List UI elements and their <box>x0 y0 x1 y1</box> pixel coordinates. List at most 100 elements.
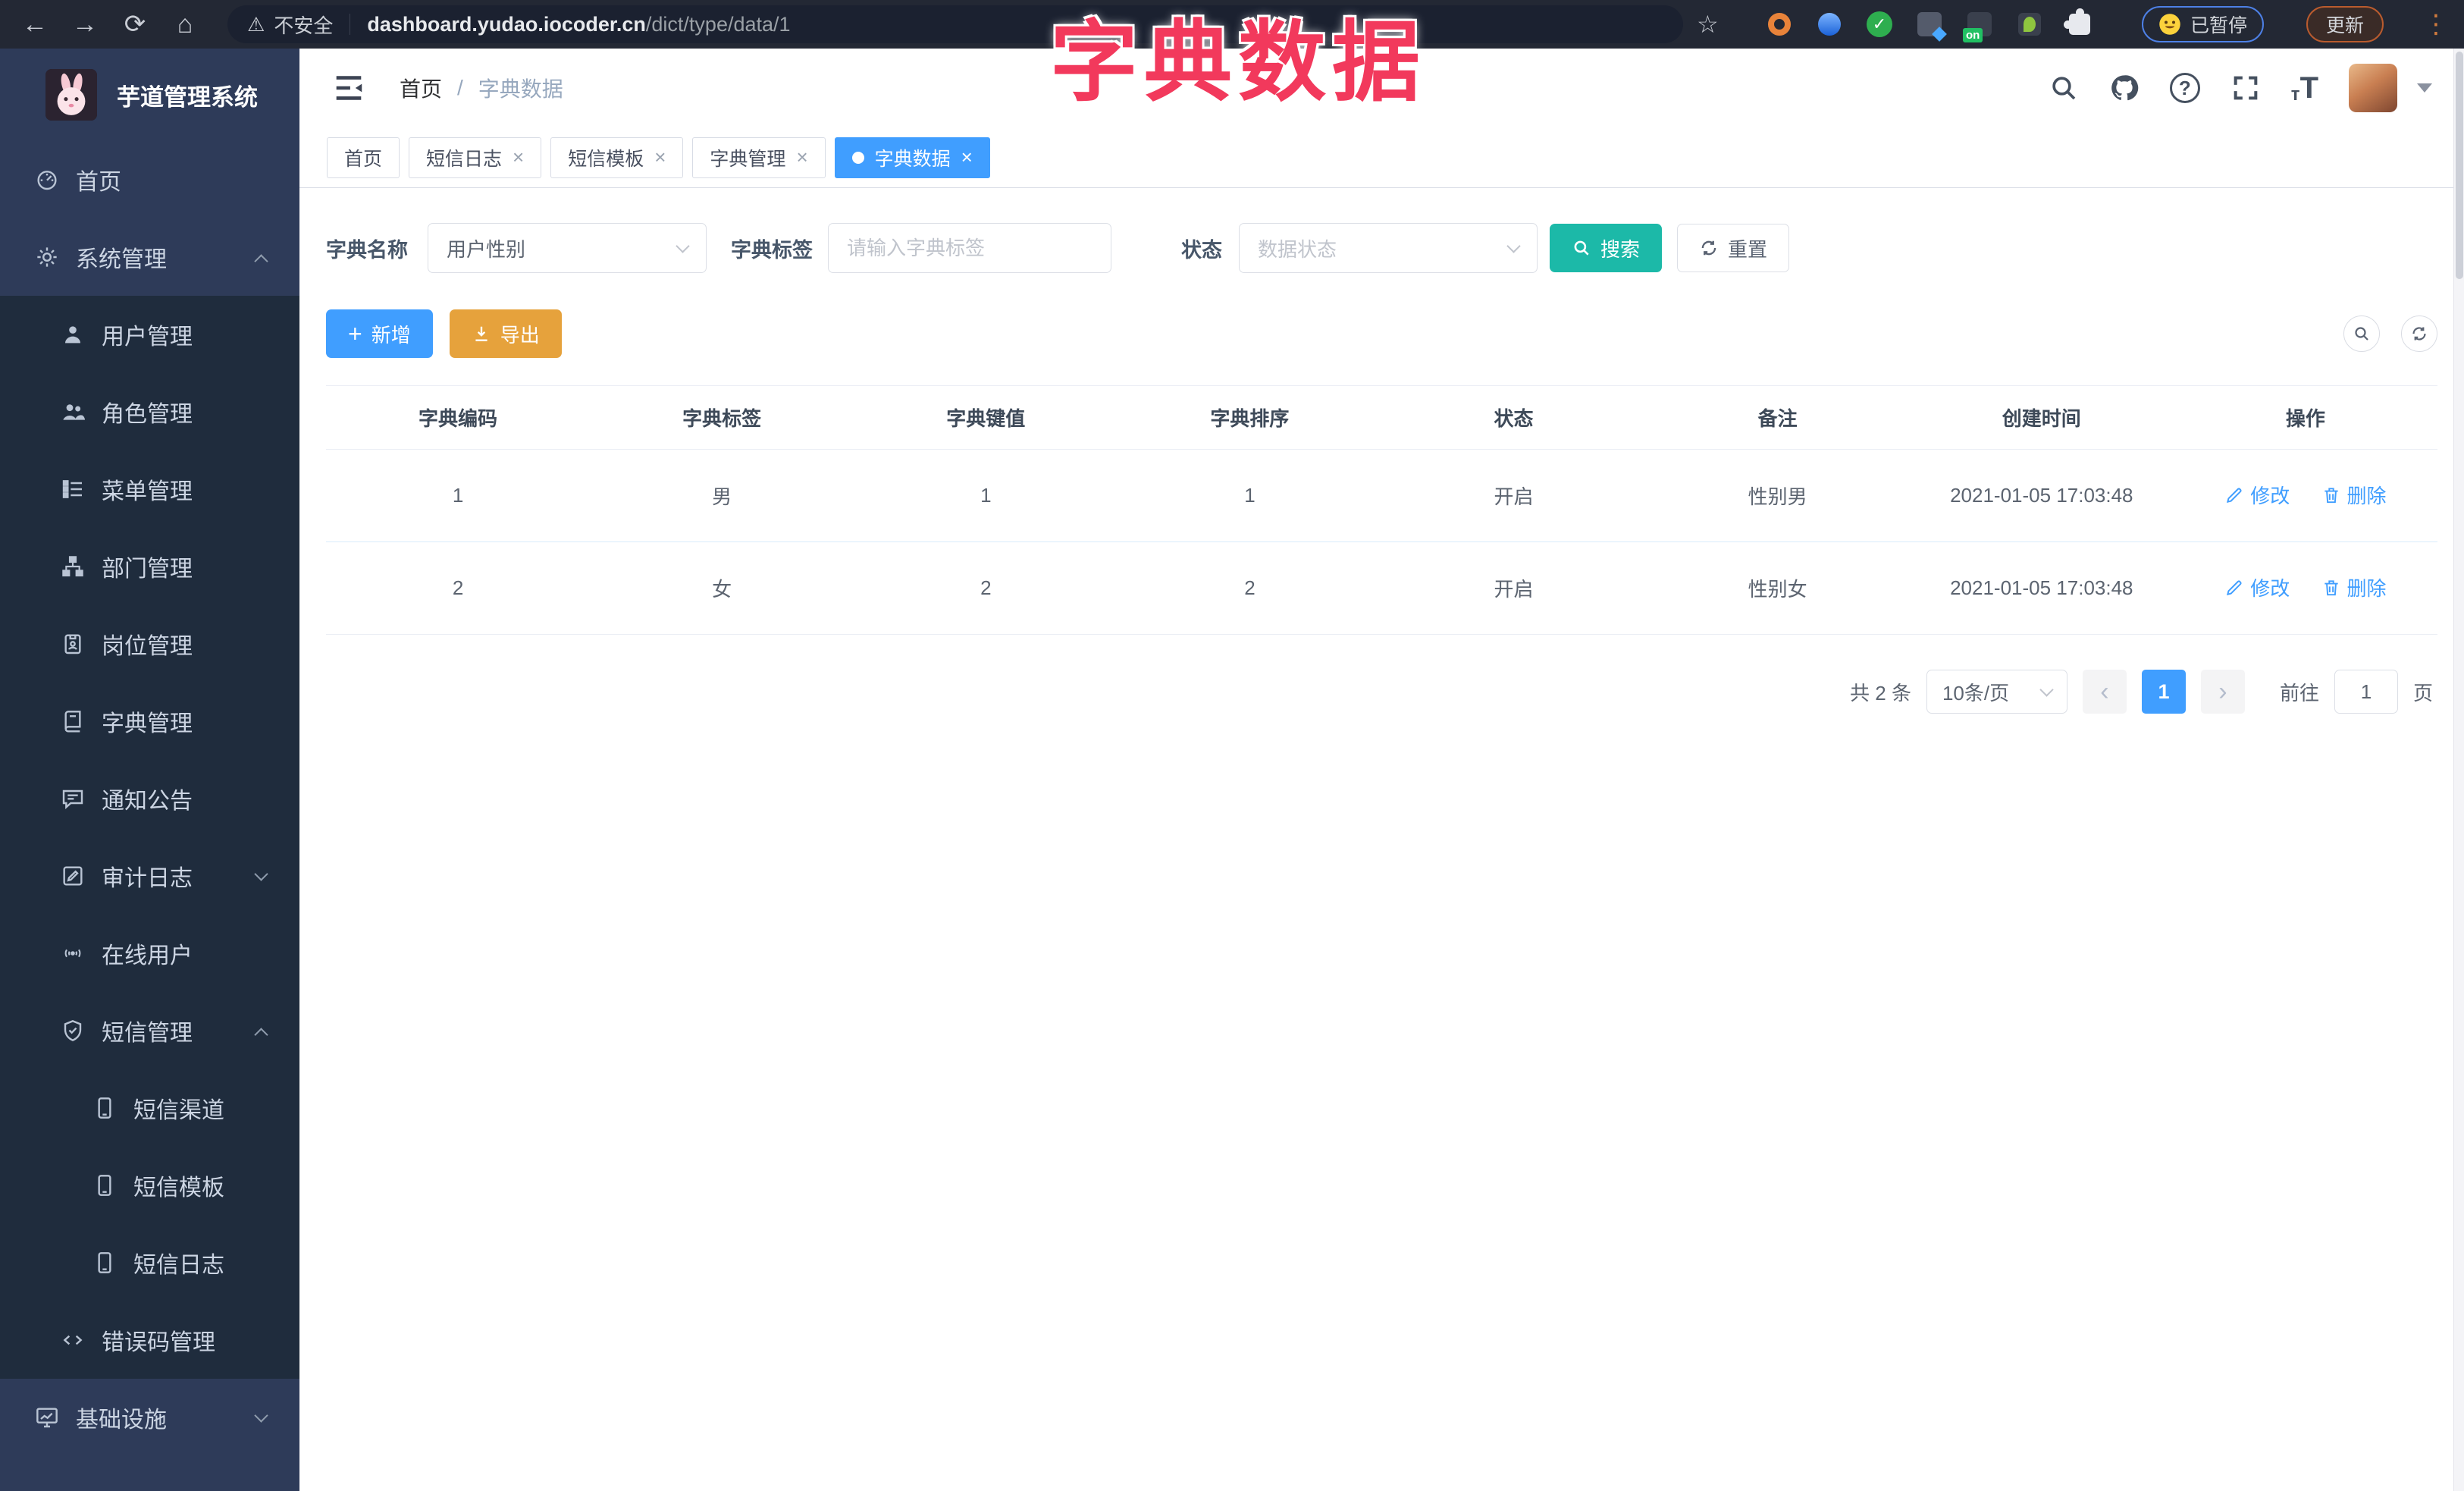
next-page-button[interactable]: › <box>2200 670 2245 714</box>
current-page-button[interactable]: 1 <box>2141 670 2186 714</box>
forward-icon: → <box>72 9 98 39</box>
chevron-up-icon <box>254 1028 268 1042</box>
sidebar-item-sms-channel[interactable]: 短信渠道 <box>0 1069 299 1147</box>
dict-label-input[interactable] <box>828 223 1111 273</box>
browser-update-button[interactable]: 更新 <box>2306 6 2384 42</box>
sidebar-item-system-management[interactable]: 系统管理 <box>0 218 299 296</box>
table-row[interactable]: 1 男 1 1 开启 性别男 2021-01-05 17:03:48 修改 删除 <box>326 450 2437 542</box>
avatar-caret-down-icon[interactable] <box>2417 83 2432 93</box>
sidebar-item-home[interactable]: 首页 <box>0 141 299 218</box>
page-size-select[interactable]: 10条/页 <box>1926 670 2067 714</box>
browser-forward-button[interactable]: → <box>65 5 105 44</box>
sidebar-item-audit-log[interactable]: 审计日志 <box>0 837 299 915</box>
extensions-puzzle-icon[interactable] <box>2063 8 2093 38</box>
sidebar-item-notice-management[interactable]: 通知公告 <box>0 760 299 837</box>
sidebar-item-online-users[interactable]: 在线用户 <box>0 915 299 992</box>
delete-link[interactable]: 删除 <box>2321 573 2387 601</box>
extension-orange-ring-icon[interactable] <box>1766 11 1793 38</box>
edit-link[interactable]: 修改 <box>2224 481 2290 509</box>
dict-data-table: 字典编码 字典标签 字典键值 字典排序 状态 备注 创建时间 操作 1 男 1 … <box>326 385 2437 635</box>
rabbit-logo-icon <box>45 69 97 121</box>
close-icon[interactable]: × <box>654 146 666 169</box>
row-actions: 修改 删除 <box>2174 573 2437 603</box>
browser-home-button[interactable]: ⌂ <box>165 5 205 44</box>
browser-reload-button[interactable]: ⟳ <box>115 5 155 44</box>
sidebar-item-sms-template[interactable]: 短信模板 <box>0 1147 299 1224</box>
trash-icon <box>2321 485 2341 505</box>
add-button[interactable]: + 新增 <box>326 309 433 358</box>
security-label: 不安全 <box>274 14 334 37</box>
sidebar-item-sms-management[interactable]: 短信管理 <box>0 992 299 1069</box>
github-icon[interactable] <box>2109 73 2140 103</box>
column-header: 字典排序 <box>1210 407 1290 430</box>
user-avatar[interactable] <box>2349 64 2397 112</box>
sidebar-collapse-icon[interactable] <box>331 71 366 105</box>
delete-link[interactable]: 删除 <box>2321 481 2387 509</box>
address-bar[interactable]: ⚠ 不安全 dashboard.yudao.iocoder.cn /dict/t… <box>227 5 1683 43</box>
sidebar-item-dept-management[interactable]: 部门管理 <box>0 528 299 605</box>
table-row[interactable]: 2 女 2 2 开启 性别女 2021-01-05 17:03:48 修改 删除 <box>326 542 2437 635</box>
extension-proxy-on-icon[interactable]: on <box>1962 11 1993 42</box>
tab-sms-template[interactable]: 短信模板 × <box>550 137 684 178</box>
refresh-table-button[interactable] <box>2401 315 2437 352</box>
sidebar-item-role-management[interactable]: 角色管理 <box>0 373 299 450</box>
profile-emoji-icon <box>2159 14 2180 35</box>
sidebar-item-dict-management[interactable]: 字典管理 <box>0 683 299 760</box>
tab-dict-management[interactable]: 字典管理 × <box>692 137 826 178</box>
tab-dict-data[interactable]: 字典数据 × <box>834 137 990 178</box>
extension-sprout-icon[interactable] <box>2016 11 2043 38</box>
reset-button[interactable]: 重置 <box>1677 224 1790 272</box>
security-warning-icon: ⚠ <box>247 12 265 36</box>
profile-status-label: 已暂停 <box>2190 15 2247 36</box>
sidebar-item-post-management[interactable]: 岗位管理 <box>0 605 299 683</box>
chevron-down-icon <box>254 1408 268 1423</box>
scrollbar[interactable] <box>2453 49 2464 1491</box>
sidebar-item-menu-management[interactable]: 菜单管理 <box>0 450 299 528</box>
font-size-icon[interactable]: тT <box>2291 71 2318 105</box>
dict-name-select[interactable]: 用户性别 <box>428 223 707 273</box>
sidebar-item-user-management[interactable]: 用户管理 <box>0 296 299 373</box>
sidebar-item-sms-log[interactable]: 短信日志 <box>0 1224 299 1301</box>
search-button[interactable]: 搜索 <box>1550 224 1663 272</box>
app-logo-row[interactable]: 芋道管理系统 <box>0 49 299 141</box>
phone-icon <box>92 1173 117 1198</box>
column-header: 状态 <box>1494 407 1534 430</box>
sidebar-item-label: 审计日志 <box>102 866 193 891</box>
toggle-search-button[interactable] <box>2343 315 2380 352</box>
fullscreen-icon[interactable] <box>2230 73 2261 103</box>
extension-green-check-icon[interactable]: ✓ <box>1866 11 1893 38</box>
sidebar-item-infrastructure[interactable]: 基础设施 <box>0 1379 299 1456</box>
close-icon[interactable]: × <box>513 146 524 169</box>
search-icon[interactable] <box>2049 73 2079 103</box>
sidebar-item-error-code[interactable]: 错误码管理 <box>0 1301 299 1379</box>
breadcrumb-separator: / <box>457 76 463 99</box>
close-icon[interactable]: × <box>796 146 807 169</box>
chevron-down-icon <box>254 867 268 881</box>
extension-blue-bulb-icon[interactable] <box>1816 11 1843 38</box>
sidebar-item-label: 用户管理 <box>102 325 193 350</box>
browser-menu-kebab-icon[interactable]: ⋮ <box>2423 9 2449 39</box>
phone-icon <box>92 1096 117 1120</box>
bookmark-star-icon[interactable]: ☆ <box>1697 10 1719 39</box>
extension-gray-diamond-icon[interactable] <box>1916 11 1947 42</box>
sidebar-top-section: 芋道管理系统 首页 系统管理 <box>0 49 299 296</box>
edit-link[interactable]: 修改 <box>2224 573 2290 601</box>
goto-page-input[interactable] <box>2334 670 2398 714</box>
tab-home[interactable]: 首页 <box>327 137 400 178</box>
browser-back-button[interactable]: ← <box>15 5 55 44</box>
tab-sms-log[interactable]: 短信日志 × <box>409 137 542 178</box>
browser-profile-chip[interactable]: 已暂停 <box>2141 6 2264 42</box>
breadcrumb-home[interactable]: 首页 <box>400 73 442 103</box>
help-icon[interactable]: ? <box>2169 73 2200 103</box>
column-header: 字典编码 <box>419 407 498 430</box>
status-value: 开启 <box>1494 485 1534 508</box>
plus-icon: + <box>348 320 362 347</box>
badge-icon <box>61 632 85 656</box>
close-icon[interactable]: × <box>961 146 973 169</box>
prev-page-button[interactable]: ‹ <box>2082 670 2127 714</box>
status-select[interactable]: 数据状态 <box>1239 223 1538 273</box>
export-button[interactable]: 导出 <box>449 309 562 358</box>
scrollbar-thumb[interactable] <box>2456 52 2463 279</box>
column-header: 创建时间 <box>2002 407 2081 430</box>
sidebar-item-label: 菜单管理 <box>102 479 193 504</box>
